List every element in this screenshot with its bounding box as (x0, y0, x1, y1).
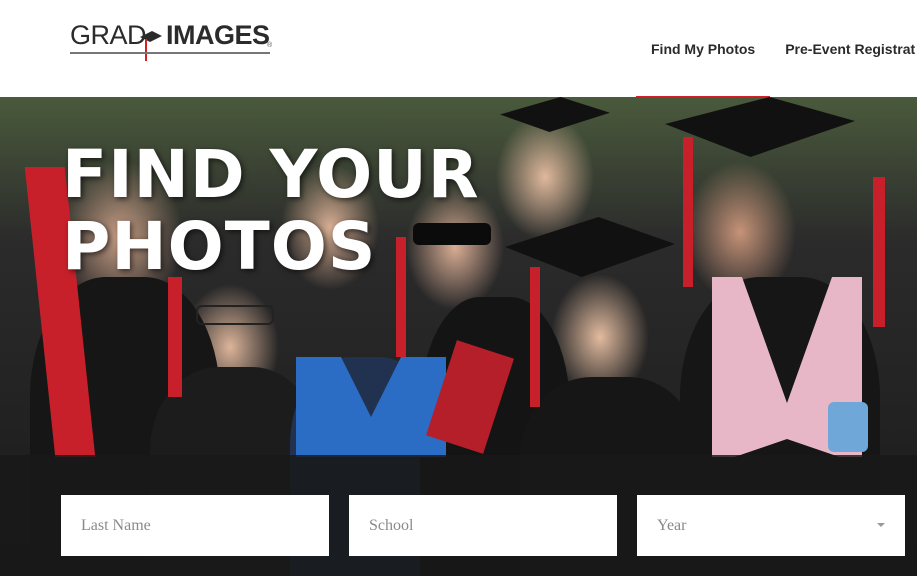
hero-title-line-2: PHOTOS (62, 208, 377, 285)
logo-underline (70, 52, 270, 54)
mortarboard (500, 97, 610, 132)
caret-down-icon (877, 523, 885, 527)
last-name-input[interactable] (81, 495, 329, 556)
hero-title: FIND YOUR PHOTOS (62, 139, 480, 283)
water-bottle (828, 402, 868, 452)
red-tassel (873, 177, 885, 327)
last-name-field[interactable] (61, 495, 329, 556)
glasses (196, 305, 274, 325)
hero-title-line-1: FIND YOUR (62, 136, 480, 213)
grad-images-logo[interactable]: GRAD IMAGES ® (70, 22, 275, 66)
school-input[interactable] (369, 495, 617, 556)
trademark-symbol: ® (267, 42, 273, 49)
site-header: GRAD IMAGES ® Find My Photos Pre-Event Re… (0, 0, 917, 101)
mortarboard (665, 97, 855, 157)
school-field[interactable] (349, 495, 617, 556)
photo-search-form: Year (0, 455, 917, 576)
year-select[interactable]: Year (637, 495, 905, 556)
nav-find-my-photos[interactable]: Find My Photos (636, 0, 771, 101)
year-select-value: Year (657, 516, 687, 534)
red-tassel (530, 267, 540, 407)
red-tassel (683, 137, 693, 287)
hero-banner: FIND YOUR PHOTOS Year (0, 97, 917, 576)
main-nav: Find My Photos Pre-Event Registrat (636, 0, 917, 101)
graduation-cap-icon (140, 31, 162, 61)
logo-wordmark: GRAD IMAGES (70, 20, 270, 50)
red-stole (168, 277, 182, 397)
nav-pre-event-registration[interactable]: Pre-Event Registrat (770, 0, 917, 97)
